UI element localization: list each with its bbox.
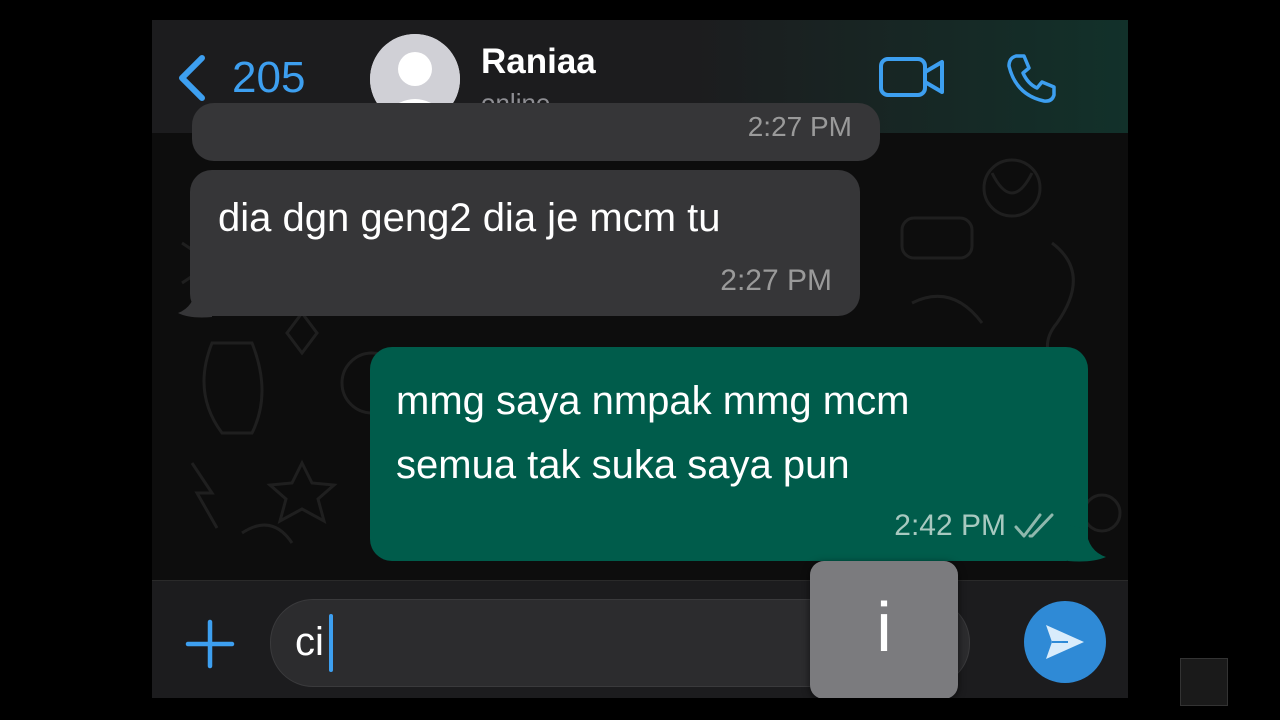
bubble-tail-incoming xyxy=(178,283,212,318)
plus-icon[interactable] xyxy=(184,618,236,670)
unread-count: 205 xyxy=(232,53,306,102)
composer-bar: ci i xyxy=(152,561,1128,698)
message-list[interactable]: 2:27 PM dia dgn geng2 dia je mcm tu 2:27… xyxy=(152,103,1128,580)
message-time: 2:27 PM xyxy=(747,111,852,142)
message-time: 2:42 PM xyxy=(894,509,1006,542)
text-caret xyxy=(329,614,333,672)
send-button[interactable] xyxy=(1024,601,1106,683)
back-button[interactable]: 205 xyxy=(172,50,305,106)
chat-screen: 205 Raniaa online xyxy=(152,20,1128,698)
message-text: dia dgn geng2 dia je mcm tu xyxy=(218,196,721,240)
phone-call-icon[interactable] xyxy=(1004,50,1060,106)
message-input-text: ci xyxy=(295,620,324,664)
key-preview-letter: i xyxy=(876,588,892,666)
message-bubble-incoming[interactable]: dia dgn geng2 dia je mcm tu 2:27 PM xyxy=(190,170,860,316)
double-check-icon xyxy=(1014,513,1054,538)
keyboard-key-preview: i xyxy=(810,561,958,698)
video-call-icon[interactable] xyxy=(878,54,946,100)
channel-watermark-thumbnail xyxy=(1180,658,1228,706)
message-line: mmg saya nmpak mmg mcm xyxy=(396,379,910,423)
message-bubble-incoming[interactable]: 2:27 PM xyxy=(192,103,880,161)
send-icon xyxy=(1046,625,1084,659)
contact-name[interactable]: Raniaa xyxy=(481,42,596,82)
message-time: 2:27 PM xyxy=(720,264,832,297)
message-text: mmg saya nmpak mmg mcm semua tak suka sa… xyxy=(396,369,909,497)
bubble-tail-outgoing xyxy=(1068,525,1106,562)
message-line: semua tak suka saya pun xyxy=(396,443,850,487)
back-chevron-icon xyxy=(179,55,205,101)
message-bubble-outgoing[interactable]: mmg saya nmpak mmg mcm semua tak suka sa… xyxy=(370,347,1088,561)
